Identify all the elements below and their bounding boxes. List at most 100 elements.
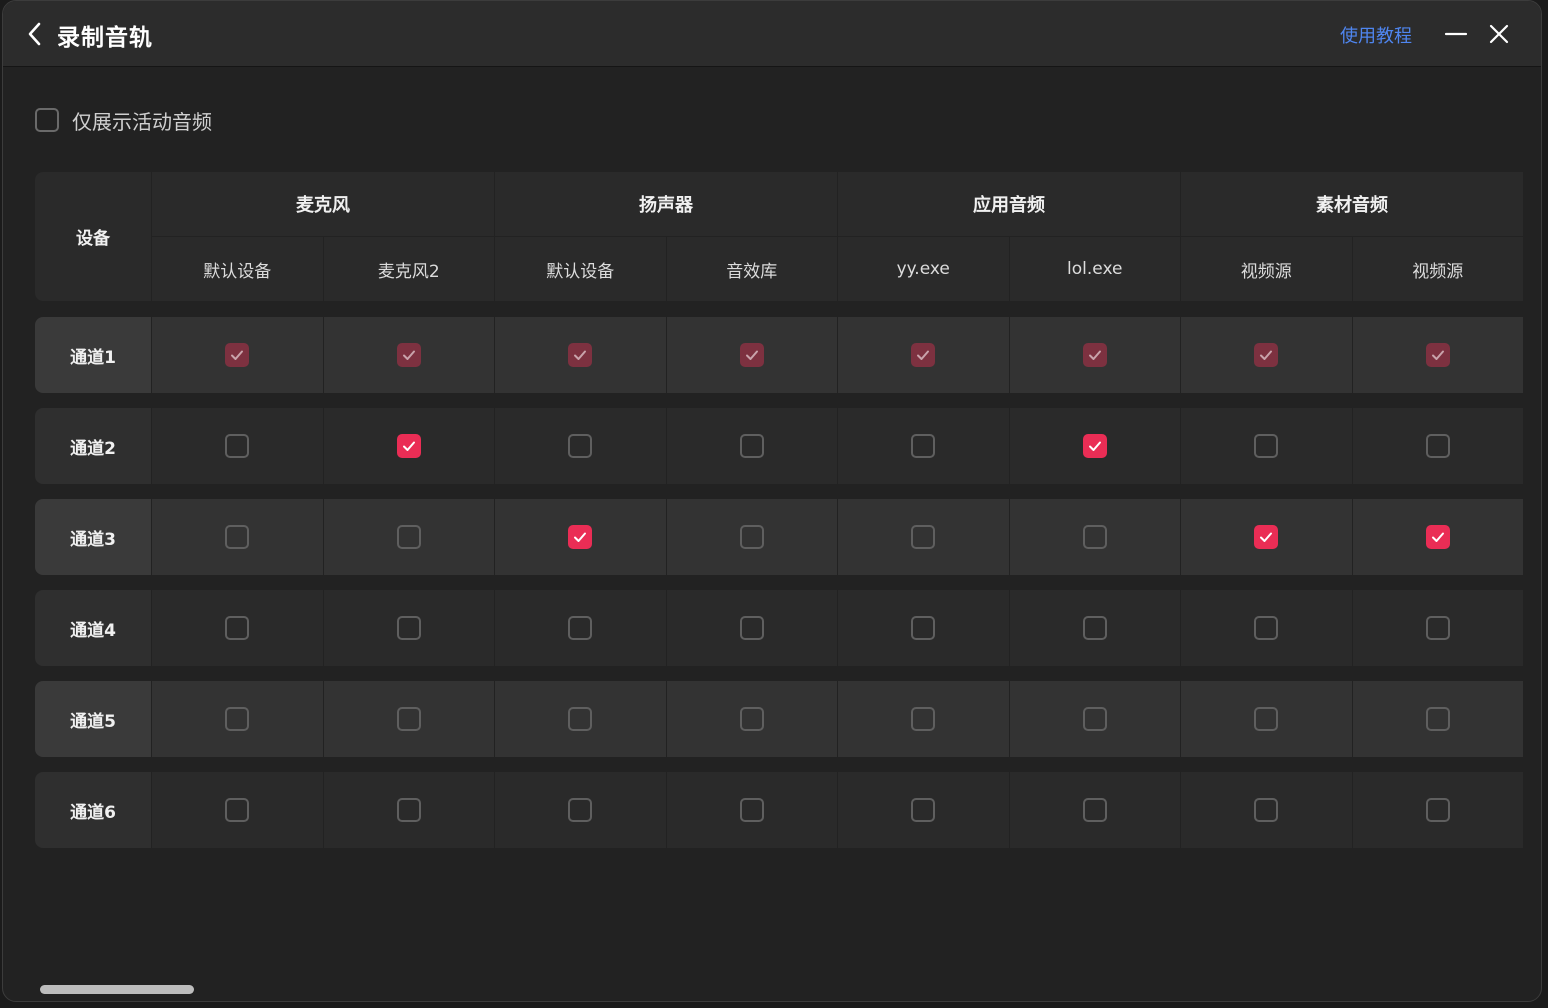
track-checkbox[interactable]	[568, 707, 593, 731]
track-checkbox[interactable]	[911, 798, 936, 822]
matrix-cell	[1009, 317, 1180, 393]
track-checkbox[interactable]	[1082, 616, 1107, 640]
track-checkbox[interactable]	[1425, 525, 1450, 549]
matrix-cell	[495, 681, 666, 757]
check-icon	[745, 350, 758, 360]
check-icon	[1260, 350, 1273, 360]
device-header: 设备	[35, 172, 151, 301]
matrix-cell	[495, 408, 666, 484]
track-checkbox[interactable]	[1082, 434, 1107, 458]
track-checkbox[interactable]	[1082, 707, 1107, 731]
active-audio-label: 仅展示活动音频	[72, 109, 212, 134]
track-matrix: 设备 麦克风 默认设备 麦克风2 扬声器 默认设备 音效库 应用音频 yy.exe lol.exe…	[35, 172, 1523, 848]
track-checkbox[interactable]	[225, 343, 250, 367]
track-checkbox[interactable]	[911, 343, 936, 367]
matrix-cell	[1009, 590, 1180, 666]
track-checkbox[interactable]	[225, 616, 250, 640]
check-icon	[402, 441, 415, 451]
matrix-cell	[666, 681, 837, 757]
track-checkbox[interactable]	[225, 798, 250, 822]
check-icon	[1088, 350, 1101, 360]
track-checkbox[interactable]	[911, 434, 936, 458]
track-checkbox[interactable]	[739, 707, 764, 731]
group-header: 扬声器	[495, 172, 837, 236]
channel-label: 通道6	[35, 772, 151, 848]
track-checkbox[interactable]	[225, 525, 250, 549]
column-header: yy.exe	[838, 237, 1009, 301]
chevron-left-icon[interactable]	[23, 20, 47, 48]
matrix-cell	[323, 499, 494, 575]
minimize-icon[interactable]	[1443, 21, 1469, 47]
group-header: 麦克风	[152, 172, 494, 236]
track-checkbox[interactable]	[911, 616, 936, 640]
track-checkbox[interactable]	[396, 434, 421, 458]
track-checkbox[interactable]	[1425, 343, 1450, 367]
column-header: 默认设备	[495, 237, 666, 301]
track-checkbox[interactable]	[1254, 525, 1279, 549]
matrix-cell	[495, 590, 666, 666]
track-checkbox[interactable]	[1254, 343, 1279, 367]
matrix-cell	[1181, 499, 1352, 575]
track-checkbox[interactable]	[1254, 798, 1279, 822]
matrix-cell	[1352, 590, 1523, 666]
check-icon	[917, 350, 930, 360]
track-checkbox[interactable]	[1254, 434, 1279, 458]
matrix-cell	[838, 408, 1009, 484]
track-checkbox[interactable]	[568, 616, 593, 640]
track-checkbox[interactable]	[739, 525, 764, 549]
track-checkbox[interactable]	[911, 707, 936, 731]
track-checkbox[interactable]	[225, 707, 250, 731]
track-checkbox[interactable]	[1082, 525, 1107, 549]
column-header: 音效库	[666, 237, 837, 301]
track-checkbox[interactable]	[568, 343, 593, 367]
track-checkbox[interactable]	[739, 616, 764, 640]
group-header: 应用音频	[838, 172, 1180, 236]
matrix-cell	[495, 499, 666, 575]
track-checkbox[interactable]	[396, 525, 421, 549]
track-checkbox[interactable]	[1254, 707, 1279, 731]
matrix-cell	[323, 408, 494, 484]
channel-label: 通道3	[35, 499, 151, 575]
track-checkbox[interactable]	[739, 798, 764, 822]
track-checkbox[interactable]	[1425, 616, 1450, 640]
track-checkbox[interactable]	[568, 525, 593, 549]
column-header: 视频源	[1352, 237, 1523, 301]
group-header: 素材音频	[1181, 172, 1523, 236]
track-checkbox[interactable]	[1082, 343, 1107, 367]
matrix-cell	[1009, 408, 1180, 484]
track-checkbox[interactable]	[1425, 798, 1450, 822]
matrix-cell	[838, 499, 1009, 575]
active-audio-checkbox[interactable]	[35, 108, 59, 132]
track-checkbox[interactable]	[1254, 616, 1279, 640]
matrix-cell	[1009, 499, 1180, 575]
track-checkbox[interactable]	[396, 616, 421, 640]
matrix-cell	[1352, 317, 1523, 393]
matrix-cell	[152, 772, 323, 848]
matrix-cell	[666, 772, 837, 848]
matrix-cell	[152, 499, 323, 575]
track-checkbox[interactable]	[568, 434, 593, 458]
active-audio-filter[interactable]: 仅展示活动音频	[35, 106, 212, 134]
matrix-cell	[323, 681, 494, 757]
track-checkbox[interactable]	[911, 525, 936, 549]
matrix-cell	[152, 317, 323, 393]
matrix-cell	[152, 408, 323, 484]
track-checkbox[interactable]	[1425, 707, 1450, 731]
tutorial-link[interactable]: 使用教程	[1340, 22, 1412, 48]
close-icon[interactable]	[1486, 21, 1512, 47]
matrix-cell	[838, 317, 1009, 393]
track-checkbox[interactable]	[739, 434, 764, 458]
track-checkbox[interactable]	[739, 343, 764, 367]
matrix-cell	[1181, 772, 1352, 848]
horizontal-scrollbar[interactable]	[40, 985, 194, 994]
column-header: 视频源	[1181, 237, 1352, 301]
channel-label: 通道4	[35, 590, 151, 666]
track-checkbox[interactable]	[396, 343, 421, 367]
track-checkbox[interactable]	[1082, 798, 1107, 822]
matrix-cell	[323, 590, 494, 666]
track-checkbox[interactable]	[396, 798, 421, 822]
track-checkbox[interactable]	[568, 798, 593, 822]
track-checkbox[interactable]	[396, 707, 421, 731]
track-checkbox[interactable]	[1425, 434, 1450, 458]
track-checkbox[interactable]	[225, 434, 250, 458]
